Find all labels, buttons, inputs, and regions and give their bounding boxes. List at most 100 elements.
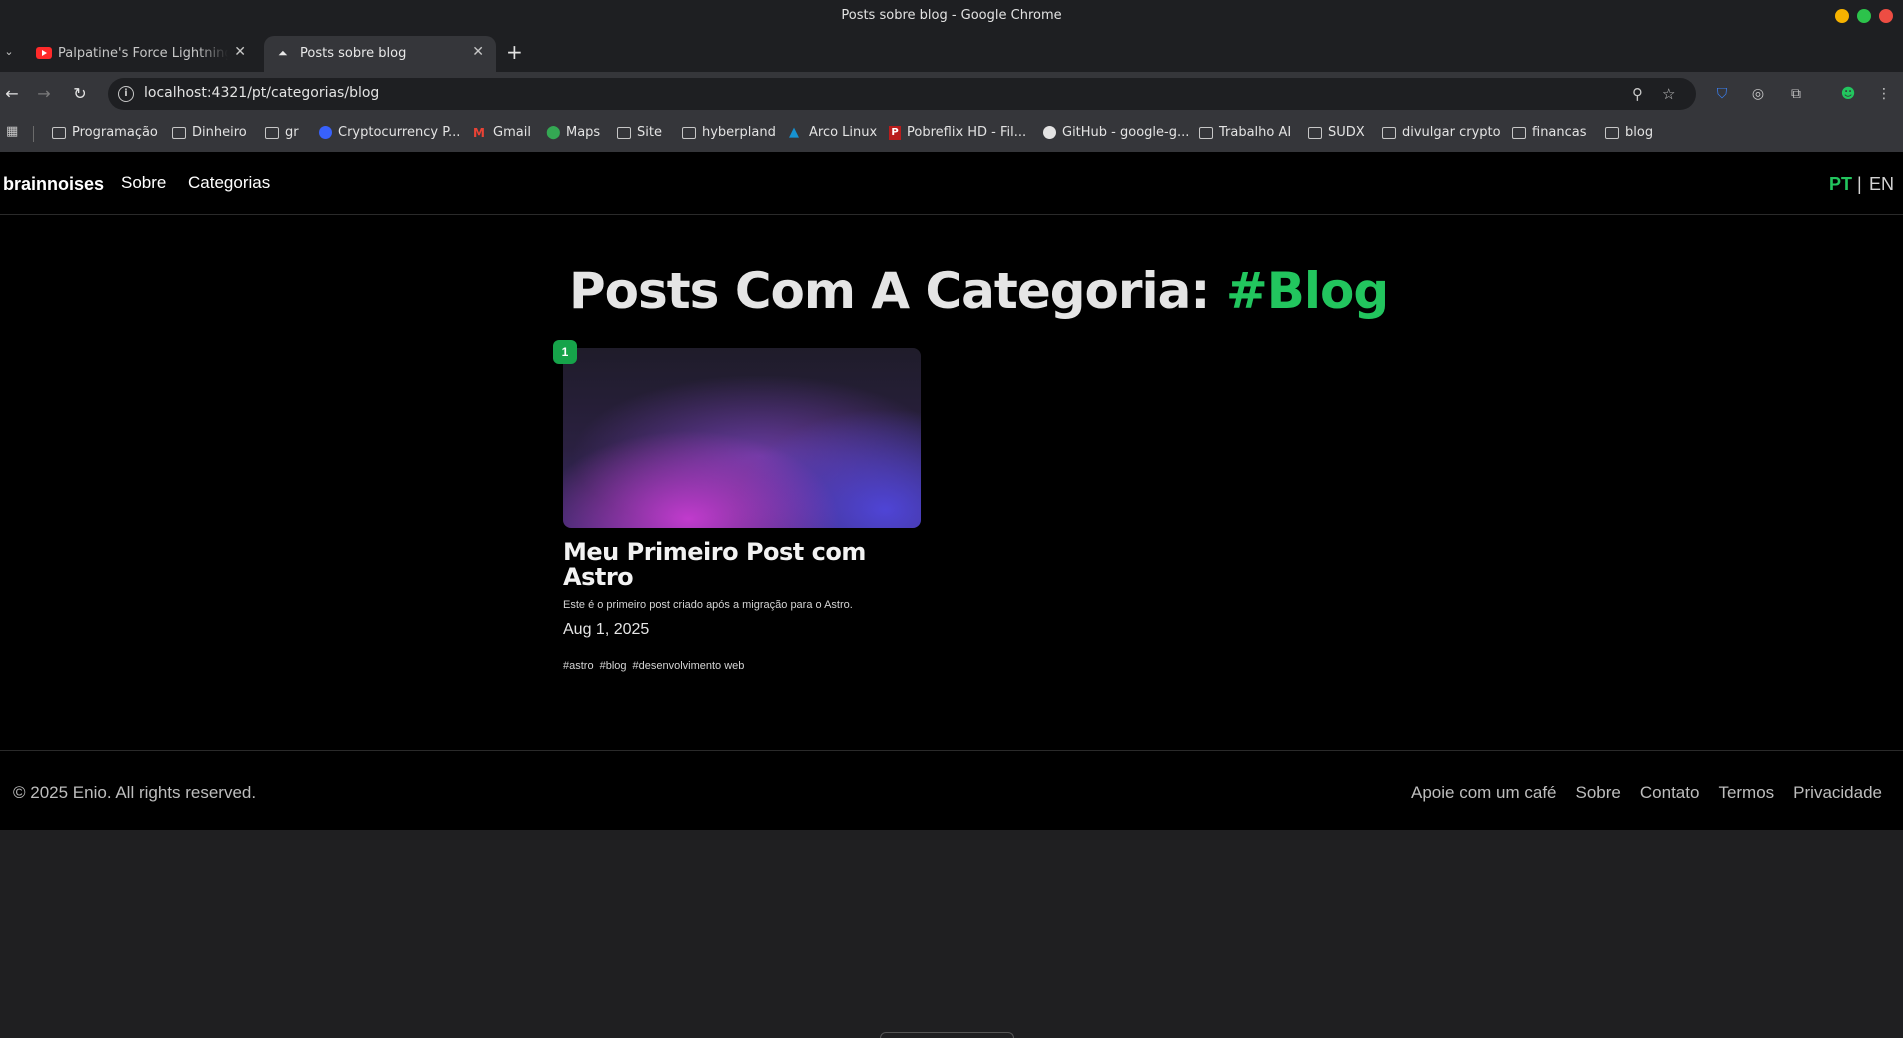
tag-desenvolvimento-web[interactable]: #desenvolvimento web [633,660,745,672]
lang-separator: | [1857,174,1862,194]
bookmark-maps[interactable]: ⬤ Maps [546,125,600,140]
folder-icon [1512,126,1526,139]
tag-astro[interactable]: #astro [563,660,594,672]
folder-icon [1199,126,1213,139]
site-info-icon[interactable]: i [118,86,134,102]
footer-link-sobre[interactable]: Sobre [1576,783,1621,803]
footer-link-contato[interactable]: Contato [1640,783,1700,803]
page-title: Posts Com A Categoria: #Blog [569,262,1389,320]
folder-icon [1605,126,1619,139]
page-title-prefix: Posts Com A Categoria: [569,262,1210,320]
bookmark-label: Dinheiro [192,125,247,140]
footer-link-termos[interactable]: Termos [1718,783,1774,803]
bookmark-label: Gmail [493,125,531,140]
bookmark-divulgar-crypto[interactable]: divulgar crypto [1382,125,1501,140]
profile-avatar-icon[interactable]: ☻ [1838,84,1858,104]
zoom-icon[interactable]: ⚲ [1632,85,1643,103]
bookmark-label: Cryptocurrency P... [338,125,461,140]
astro-icon: ⏶ [278,46,288,60]
folder-icon [1382,126,1396,139]
extensions-puzzle-icon[interactable]: ⧉ [1786,84,1806,104]
coinmarketcap-icon [319,126,332,139]
footer-link-apoie[interactable]: Apoie com um café [1411,783,1557,803]
tab-youtube[interactable]: Palpatine's Force Lightning A ✕ [22,36,258,72]
maps-icon: ⬤ [546,124,561,140]
post-title[interactable]: Meu Primeiro Post com Astro [563,540,923,590]
window-titlebar: Posts sobre blog - Google Chrome [0,0,1903,32]
site-body: brainnoises Sobre Categorias PT | EN Pos… [0,152,1903,830]
tag-blog[interactable]: #blog [600,660,627,672]
new-tab-plus-icon[interactable]: + [506,40,523,64]
tab-title: Palpatine's Force Lightning A [58,46,228,61]
bookmark-label: financas [1532,125,1587,140]
bookmark-label: hyberpland [702,125,776,140]
bookmark-github[interactable]: GitHub - google-g... [1043,125,1189,140]
tab-strip: ⌄ Palpatine's Force Lightning A ✕ ⏶ Post… [0,32,1903,72]
bookmark-sudx[interactable]: SUDX [1308,125,1365,140]
footer-copyright: © 2025 Enio. All rights reserved. [13,783,257,802]
bitwarden-shield-icon[interactable]: ⛉ [1712,84,1732,104]
lang-pt[interactable]: PT [1829,174,1852,195]
browser-toolbar: ← → ↻ i localhost:4321/pt/categorias/blo… [0,72,1903,116]
page-viewport: brainnoises Sobre Categorias PT | EN Pos… [0,152,1903,1038]
bookmark-financas[interactable]: financas [1512,125,1587,140]
bookmark-label: Site [637,125,662,140]
dock-hint [880,1032,1014,1038]
address-url[interactable]: localhost:4321/pt/categorias/blog [144,85,379,101]
bookmark-gmail[interactable]: M Gmail [473,125,531,140]
post-description: Este é o primeiro post criado após a mig… [563,599,853,611]
bookmark-cryptocurrency[interactable]: Cryptocurrency P... [319,125,460,140]
folder-icon [682,126,696,139]
github-icon [1043,126,1056,139]
bookmark-pobreflix[interactable]: P Pobreflix HD - Fil... [889,125,1026,140]
nav-link-sobre[interactable]: Sobre [121,173,166,193]
close-window-button[interactable] [1879,9,1893,23]
bookmark-star-icon[interactable]: ☆ [1662,85,1675,103]
bookmark-blog[interactable]: blog [1605,125,1653,140]
bookmark-label: Pobreflix HD - Fil... [907,125,1027,140]
address-bar[interactable]: i localhost:4321/pt/categorias/blog ⚲ ☆ [108,78,1696,110]
page-title-category: #Blog [1225,262,1389,320]
reload-icon[interactable]: ↻ [68,82,92,106]
footer-links: Apoie com um café Sobre Contato Termos P… [1411,783,1882,803]
bookmark-label: Maps [566,125,601,140]
site-logo[interactable]: brainnoises [3,174,104,195]
bookmark-label: Programação [72,125,158,140]
minimize-button[interactable] [1835,9,1849,23]
bookmark-site[interactable]: Site [617,125,662,140]
site-footer: © 2025 Enio. All rights reserved. Apoie … [0,750,1903,830]
lang-en[interactable]: EN [1869,174,1894,195]
chrome-menu-icon[interactable]: ⋮ [1874,84,1894,104]
bookmark-gr[interactable]: gr [265,125,299,140]
bookmark-label: gr [285,125,299,140]
bookmark-label: SUDX [1328,125,1365,140]
post-cover-image[interactable] [563,348,921,528]
nav-link-categorias[interactable]: Categorias [188,173,270,193]
arco-icon: ▲ [789,124,799,140]
folder-icon [52,126,66,139]
bookmark-trabalho-ai[interactable]: Trabalho AI [1199,125,1291,140]
close-tab-icon[interactable]: ✕ [472,44,484,60]
bookmark-hyberpland[interactable]: hyberpland [682,125,776,140]
bookmark-arco-linux[interactable]: ▲ Arco Linux [789,125,877,140]
footer-link-privacidade[interactable]: Privacidade [1793,783,1882,803]
back-arrow-icon[interactable]: ← [0,82,24,106]
post-date: Aug 1, 2025 [563,621,650,638]
tab-search-chevron-icon[interactable]: ⌄ [0,40,18,64]
window-title: Posts sobre blog - Google Chrome [841,8,1062,23]
bookmark-label: blog [1625,125,1654,140]
maximize-button[interactable] [1857,9,1871,23]
forward-arrow-icon[interactable]: → [32,82,56,106]
youtube-icon [36,47,52,59]
close-tab-icon[interactable]: ✕ [234,44,246,60]
folder-icon [617,126,631,139]
bookmarks-divider [33,126,34,142]
tab-posts-sobre-blog[interactable]: ⏶ Posts sobre blog ✕ [264,36,496,72]
extension-glasses-icon[interactable]: ◎ [1748,84,1768,104]
bookmark-dinheiro[interactable]: Dinheiro [172,125,247,140]
bookmark-programacao[interactable]: Programação [52,125,158,140]
bookmark-label: Trabalho AI [1219,125,1292,140]
folder-icon [172,126,186,139]
apps-grid-icon[interactable]: ▦ [6,125,20,139]
folder-icon [265,126,279,139]
